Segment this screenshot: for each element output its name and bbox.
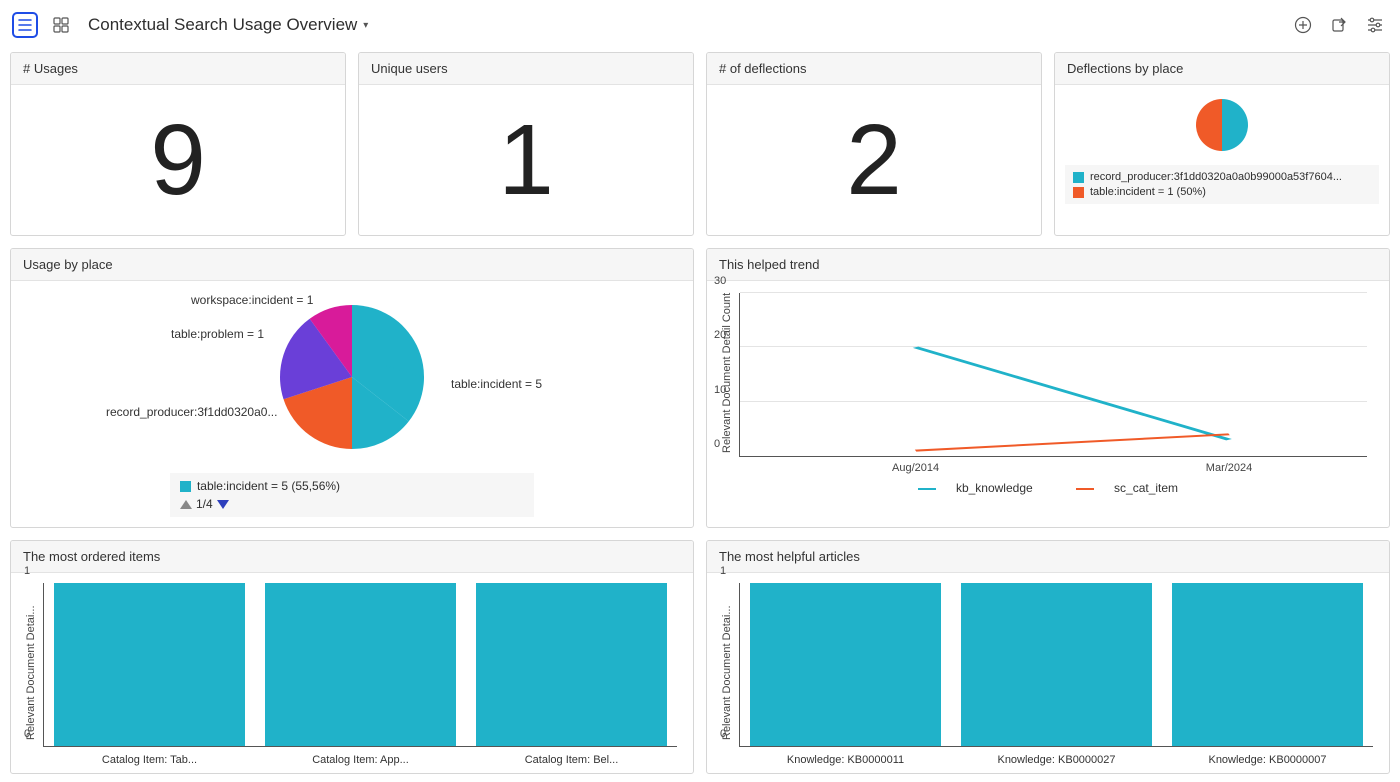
bar-chart: 0 1 Knowledge: KB0000011 Knowledge: KB00…: [739, 583, 1373, 747]
legend-item: sc_cat_item: [1114, 481, 1178, 495]
pie-slice-label: table:problem = 1: [171, 327, 264, 341]
legend-item: table:incident = 1 (50%): [1090, 186, 1206, 198]
legend-item: table:incident = 5 (55,56%): [197, 479, 340, 493]
legend-item: record_producer:3f1dd0320a0a0b99000a53f7…: [1090, 171, 1342, 183]
pager-prev-icon[interactable]: [180, 500, 192, 509]
card-title: This helped trend: [707, 249, 1389, 281]
bar-category: Catalog Item: App...: [312, 754, 409, 766]
card-unique-users[interactable]: Unique users 1: [358, 52, 694, 236]
legend-item: kb_knowledge: [956, 481, 1033, 495]
pager-next-icon[interactable]: [217, 500, 229, 509]
pager-text: 1/4: [196, 497, 213, 511]
card-title: The most ordered items: [11, 541, 693, 573]
page-title: Contextual Search Usage Overview: [88, 15, 357, 35]
card-deflections-by-place[interactable]: Deflections by place record_producer:3f1…: [1054, 52, 1390, 236]
card-title: Deflections by place: [1055, 53, 1389, 85]
card-deflections[interactable]: # of deflections 2: [706, 52, 1042, 236]
card-title: # Usages: [11, 53, 345, 85]
card-title: # of deflections: [707, 53, 1041, 85]
add-button[interactable]: [1290, 12, 1316, 38]
share-button[interactable]: [1326, 12, 1352, 38]
bar-category: Knowledge: KB0000011: [787, 754, 904, 766]
card-title: Usage by place: [11, 249, 693, 281]
chevron-down-icon: ▾: [363, 20, 368, 31]
settings-button[interactable]: [1362, 12, 1388, 38]
dashboard-grid: # Usages 9 Unique users 1 # of deflectio…: [10, 52, 1390, 774]
metric-value: 1: [369, 95, 683, 225]
card-helpful-articles[interactable]: The most helpful articles Relevant Docum…: [706, 540, 1390, 774]
metric-value: 2: [717, 95, 1031, 225]
view-grid-button[interactable]: [48, 12, 74, 38]
bar-chart: 0 1 Catalog Item: Tab... Catalog Item: A…: [43, 583, 677, 747]
card-ordered-items[interactable]: The most ordered items Relevant Document…: [10, 540, 694, 774]
legend: record_producer:3f1dd0320a0a0b99000a53f7…: [1065, 165, 1379, 204]
bar-category: Knowledge: KB0000007: [1208, 754, 1326, 766]
legend: kb_knowledge sc_cat_item: [719, 481, 1377, 495]
card-usage-by-place[interactable]: Usage by place workspace:incident = 1 ta…: [10, 248, 694, 528]
y-axis-label: Relevant Document Detail Count: [719, 289, 735, 457]
legend: table:incident = 5 (55,56%) 1/4: [170, 473, 534, 517]
metric-value: 9: [21, 95, 335, 225]
pie-slice-label: record_producer:3f1dd0320a0...: [106, 405, 277, 419]
card-title: The most helpful articles: [707, 541, 1389, 573]
bar-category: Catalog Item: Tab...: [102, 754, 197, 766]
pie-chart-icon: [1192, 95, 1252, 155]
line-chart: 0 10 20 30 Aug/2014 Mar/2024: [739, 293, 1367, 457]
pie-chart-icon: [277, 302, 427, 452]
card-helped-trend[interactable]: This helped trend Relevant Document Deta…: [706, 248, 1390, 528]
bar-category: Knowledge: KB0000027: [997, 754, 1115, 766]
card-title: Unique users: [359, 53, 693, 85]
pie-slice-label: table:incident = 5: [451, 377, 542, 391]
card-usages[interactable]: # Usages 9: [10, 52, 346, 236]
bar-category: Catalog Item: Bel...: [525, 754, 619, 766]
dashboard-title-dropdown[interactable]: Contextual Search Usage Overview ▾: [88, 15, 368, 35]
pie-slice-label: workspace:incident = 1: [191, 293, 313, 307]
page-header: Contextual Search Usage Overview ▾: [10, 8, 1390, 52]
view-list-button[interactable]: [12, 12, 38, 38]
